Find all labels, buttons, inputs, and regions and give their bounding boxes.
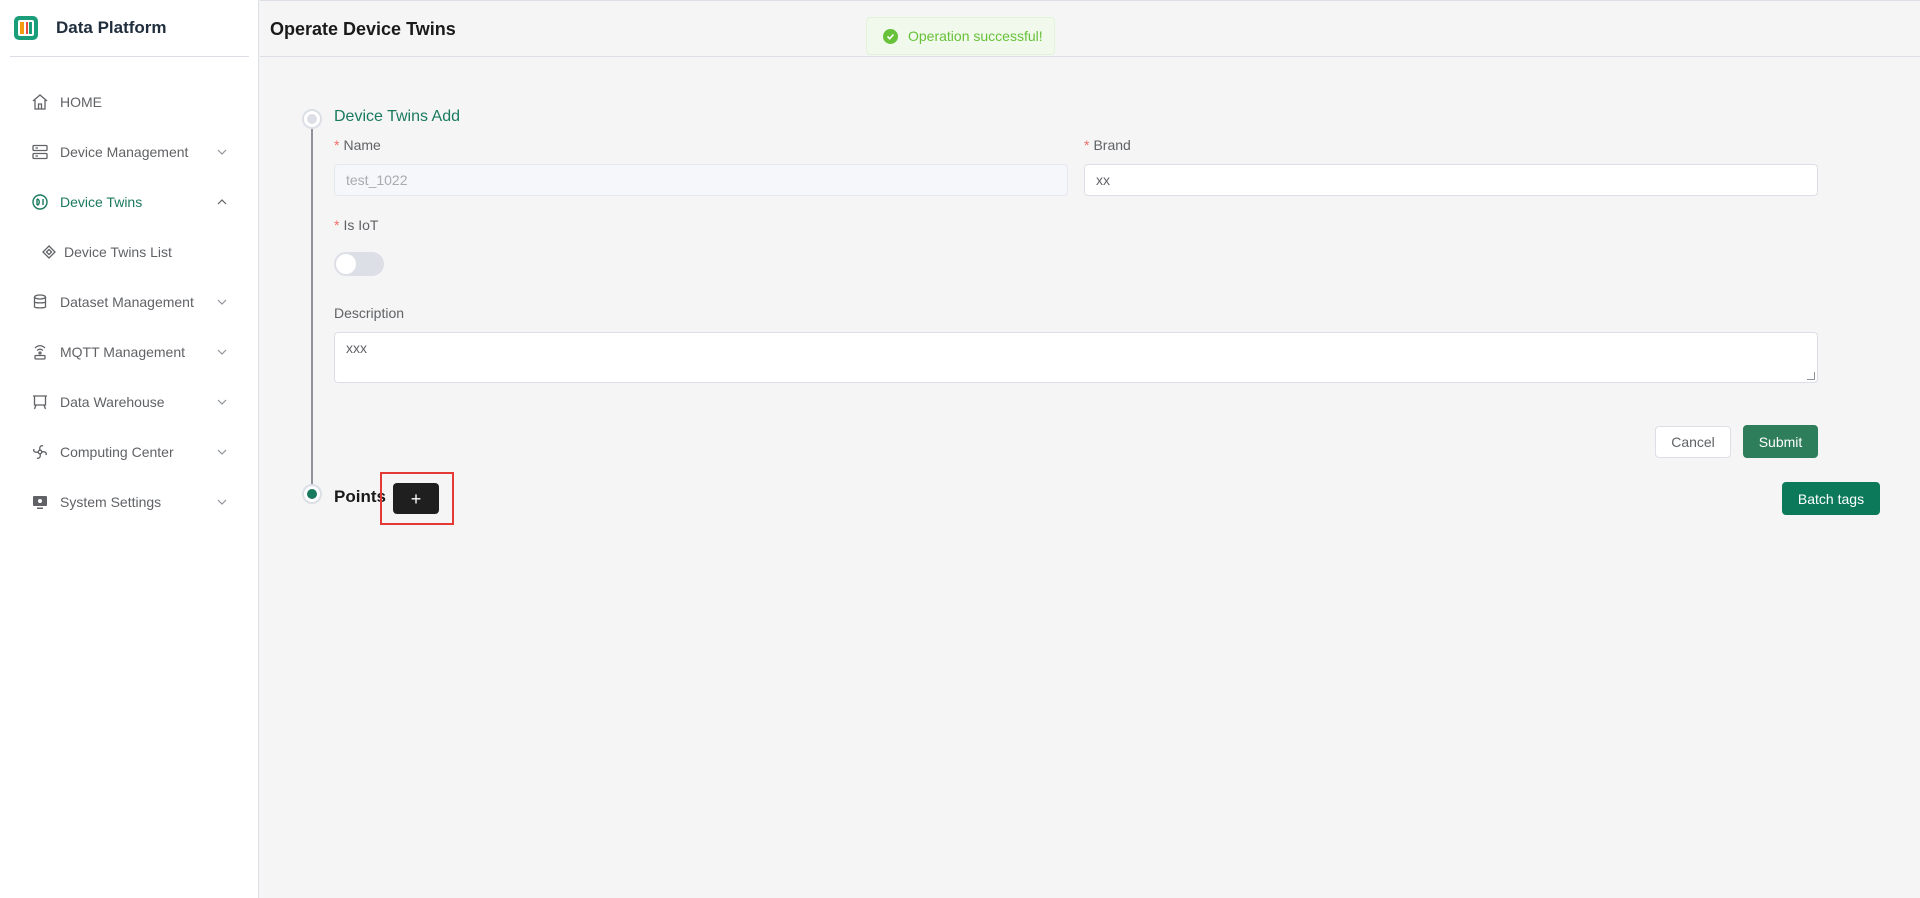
iot-switch[interactable] bbox=[334, 252, 384, 276]
brand-label: * Brand bbox=[1084, 137, 1131, 153]
sidebar-item-label: Device Twins bbox=[60, 194, 143, 210]
sidebar-item-label: Device Management bbox=[60, 144, 189, 160]
brand[interactable]: Data Platform bbox=[10, 0, 249, 57]
sidebar-item-computing-center[interactable]: Computing Center bbox=[0, 427, 259, 477]
board-icon bbox=[30, 392, 50, 412]
points-title: Points bbox=[334, 487, 386, 506]
sidebar-item-label: Device Twins List bbox=[64, 244, 172, 260]
chevron-down-icon bbox=[217, 399, 227, 405]
server-icon bbox=[30, 142, 50, 162]
sidebar-item-data-warehouse[interactable]: Data Warehouse bbox=[0, 377, 259, 427]
description-label: Description bbox=[334, 305, 405, 321]
add-point-button[interactable]: + bbox=[393, 483, 439, 514]
success-toast: Operation successful! bbox=[866, 17, 1055, 55]
iot-label-text: Is IoT bbox=[343, 217, 379, 233]
batch-tags-button[interactable]: Batch tags bbox=[1782, 482, 1880, 515]
sidebar-item-device-management[interactable]: Device Management bbox=[0, 127, 259, 177]
resize-handle[interactable] bbox=[1807, 372, 1815, 380]
sidebar-item-label: MQTT Management bbox=[60, 344, 186, 360]
step-marker-points bbox=[302, 484, 322, 504]
database-icon bbox=[30, 292, 50, 312]
name-input-value: test_1022 bbox=[346, 172, 408, 188]
check-circle-icon bbox=[883, 28, 898, 44]
sidebar-item-home[interactable]: HOME bbox=[0, 77, 259, 127]
cancel-button[interactable]: Cancel bbox=[1655, 426, 1731, 458]
name-label: * Name bbox=[334, 137, 381, 153]
fan-icon bbox=[30, 442, 50, 462]
twins-icon bbox=[30, 192, 50, 212]
sidebar-item-mqtt-management[interactable]: MQTT Management bbox=[0, 327, 259, 377]
description-textarea[interactable]: xxx bbox=[334, 332, 1818, 383]
page-header: Operate Device Twins bbox=[260, 0, 1920, 57]
iot-label: * Is IoT bbox=[334, 217, 378, 233]
description-value: xxx bbox=[346, 340, 367, 356]
logo-icon bbox=[14, 16, 38, 40]
chevron-down-icon bbox=[217, 499, 227, 505]
brand-input-value: xx bbox=[1096, 172, 1110, 188]
diamond-icon bbox=[40, 243, 58, 261]
sidebar-item-system-settings[interactable]: System Settings bbox=[0, 477, 259, 527]
sidebar: Data Platform HOME Device Management Dev… bbox=[0, 0, 259, 898]
brand-input[interactable]: xx bbox=[1084, 164, 1818, 196]
chevron-down-icon bbox=[217, 149, 227, 155]
chevron-down-icon bbox=[217, 299, 227, 305]
plus-icon: + bbox=[410, 488, 422, 509]
name-input[interactable]: test_1022 bbox=[334, 164, 1068, 196]
page-title: Operate Device Twins bbox=[270, 19, 456, 39]
sidebar-item-label: Data Warehouse bbox=[60, 394, 165, 410]
submit-button[interactable]: Submit bbox=[1743, 425, 1818, 458]
required-mark: * bbox=[1084, 137, 1090, 153]
step-marker-device-twins-add bbox=[302, 109, 322, 129]
sidebar-menu: HOME Device Management Device Twins Devi… bbox=[0, 77, 259, 527]
sidebar-item-label: HOME bbox=[60, 94, 102, 110]
chevron-down-icon bbox=[217, 349, 227, 355]
sidebar-item-device-twins-list[interactable]: Device Twins List bbox=[0, 227, 259, 277]
sidebar-item-label: Computing Center bbox=[60, 444, 174, 460]
required-mark: * bbox=[334, 137, 340, 153]
toast-message: Operation successful! bbox=[908, 28, 1043, 44]
switch-knob bbox=[336, 254, 356, 274]
chevron-up-icon bbox=[217, 199, 227, 205]
sidebar-item-label: System Settings bbox=[60, 494, 162, 510]
chevron-down-icon bbox=[217, 449, 227, 455]
brand-label-text: Brand bbox=[1093, 137, 1131, 153]
monitor-icon bbox=[30, 492, 50, 512]
name-label-text: Name bbox=[343, 137, 381, 153]
sidebar-item-label: Dataset Management bbox=[60, 294, 194, 310]
broadcast-icon bbox=[30, 342, 50, 362]
home-icon bbox=[30, 92, 50, 112]
required-mark: * bbox=[334, 217, 340, 233]
step-connector bbox=[311, 126, 313, 484]
sidebar-item-device-twins[interactable]: Device Twins bbox=[0, 177, 259, 227]
app-title: Data Platform bbox=[56, 18, 167, 37]
step-title: Device Twins Add bbox=[334, 108, 460, 125]
sidebar-item-dataset-management[interactable]: Dataset Management bbox=[0, 277, 259, 327]
